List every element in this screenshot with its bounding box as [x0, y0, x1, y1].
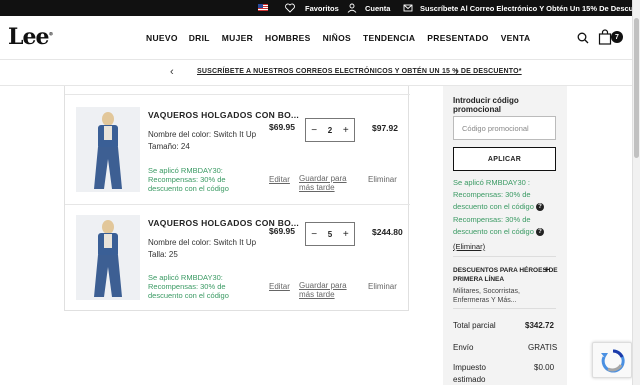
cart-count-badge: 7 — [611, 31, 623, 43]
help-icon[interactable]: ? — [536, 203, 544, 212]
main-nav: NUEVO DRIL MUJER HOMBRES NIÑOS TENDENCIA… — [146, 16, 530, 60]
remove-link[interactable]: Eliminar — [368, 282, 397, 291]
product-size: Tamaño: 24 — [148, 142, 190, 151]
page-scrollbar[interactable] — [632, 0, 640, 385]
heart-icon — [285, 3, 295, 13]
product-title[interactable]: VAQUEROS HOLGADOS CON BO... — [148, 110, 299, 120]
email-signup-link[interactable]: Suscríbete Al Correo Electrónico Y Obtén… — [403, 0, 640, 16]
line-total: $244.80 — [372, 227, 403, 237]
cart-item: VAQUEROS HOLGADOS CON BO... Nombre del c… — [65, 96, 410, 204]
quantity-value[interactable]: 5 — [328, 230, 332, 239]
heroes-discount-toggle[interactable]: DESCUENTOS PARA HÉROES DE PRIMERA LÍNEA — [453, 266, 558, 284]
summary-divider — [453, 308, 556, 309]
favorites-link[interactable]: Favoritos — [285, 0, 339, 16]
account-link[interactable]: Cuenta — [347, 0, 390, 16]
search-icon[interactable] — [577, 32, 589, 44]
product-color: Nombre del color: Switch It Up — [148, 130, 257, 139]
expand-plus-icon[interactable]: + — [544, 265, 550, 276]
save-for-later-link[interactable]: Guardar para más tarde — [299, 174, 347, 192]
product-image[interactable] — [76, 215, 140, 300]
nav-item-mujer[interactable]: MUJER — [222, 33, 253, 43]
lee-logo[interactable]: Lee® — [8, 24, 53, 50]
nav-item-dril[interactable]: DRIL — [189, 33, 210, 43]
quantity-value[interactable]: 2 — [328, 126, 332, 135]
decrease-quantity-button[interactable]: − — [311, 229, 317, 240]
nav-item-nuevo[interactable]: NUEVO — [146, 33, 178, 43]
tax-value: $0.00 — [534, 363, 555, 372]
edit-link[interactable]: Editar — [269, 175, 290, 184]
heroes-discount-description: Militares, Socorristas, Enfermeras Y Más… — [453, 288, 520, 304]
promo-prev-arrow-icon[interactable]: ‹ — [170, 66, 174, 78]
help-icon[interactable]: ? — [536, 228, 544, 237]
section-divider — [453, 256, 556, 257]
promo-code-input[interactable]: Código promocional — [453, 116, 556, 140]
favorites-label: Favoritos — [305, 3, 339, 13]
order-summary-panel: Introducir código promocional Código pro… — [443, 86, 567, 385]
email-signup-label: Suscríbete Al Correo Electrónico Y Obtén… — [420, 3, 640, 13]
recaptcha-badge[interactable] — [592, 342, 632, 378]
applied-promo-note: Se aplicó RMBDAY30 : Recompensas: 30% de… — [453, 177, 544, 213]
remove-promo-link[interactable]: (Eliminar) — [453, 242, 485, 251]
shopping-bag-icon[interactable] — [598, 29, 612, 45]
logo-text: Lee — [8, 24, 49, 50]
promo-banner: ‹ SUSCRÍBETE A NUESTROS CORREOS ELECTRÓN… — [0, 60, 632, 86]
increase-quantity-button[interactable]: + — [343, 229, 349, 240]
quantity-stepper: − 2 + — [305, 118, 355, 142]
cart-items: VAQUEROS HOLGADOS CON BO... Nombre del c… — [64, 86, 410, 312]
account-label: Cuenta — [365, 3, 391, 13]
shipping-label: Envío — [453, 343, 474, 352]
nav-item-venta[interactable]: VENTA — [501, 33, 531, 43]
scrollbar-thumb[interactable] — [634, 18, 639, 158]
edit-link[interactable]: Editar — [269, 282, 290, 291]
product-image[interactable] — [76, 107, 140, 192]
promo-applied-note: Se aplicó RMBDAY30: Recompensas: 30% de … — [148, 166, 229, 193]
promo-code-heading: Introducir código promocional — [453, 96, 519, 114]
quantity-stepper: − 5 + — [305, 222, 355, 246]
line-total: $97.92 — [372, 123, 398, 133]
product-color: Nombre del color: Switch It Up — [148, 238, 257, 247]
subtotal-value: $342.72 — [525, 321, 554, 330]
cart-item: VAQUEROS HOLGADOS CON BO... Nombre del c… — [65, 204, 410, 312]
mail-icon — [403, 4, 413, 12]
site-header: Lee® NUEVO DRIL MUJER HOMBRES NIÑOS TEND… — [0, 16, 632, 60]
promo-banner-link[interactable]: SUSCRÍBETE A NUESTROS CORREOS ELECTRÓNIC… — [197, 68, 522, 75]
tax-label: Impuesto estimado — [453, 363, 486, 384]
utility-bar: Favoritos Cuenta Suscríbete Al Correo El… — [0, 0, 640, 16]
increase-quantity-button[interactable]: + — [343, 125, 349, 136]
apply-promo-button[interactable]: APLICAR — [453, 147, 556, 171]
nav-item-ninos[interactable]: NIÑOS — [323, 33, 351, 43]
promo-next-arrow-icon[interactable]: › — [455, 66, 459, 78]
rewards-note: Recompensas: 30% de descuento con el cód… — [453, 214, 544, 238]
promo-applied-note: Se aplicó RMBDAY30: Recompensas: 30% de … — [148, 273, 229, 300]
unit-price: $69.95 — [269, 122, 295, 132]
subtotal-label: Total parcial — [453, 321, 496, 330]
recaptcha-icon — [601, 349, 625, 373]
user-icon — [347, 3, 357, 13]
decrease-quantity-button[interactable]: − — [311, 125, 317, 136]
unit-price: $69.95 — [269, 226, 295, 236]
nav-item-tendencia[interactable]: TENDENCIA — [363, 33, 415, 43]
nav-item-hombres[interactable]: HOMBRES — [265, 33, 311, 43]
save-for-later-link[interactable]: Guardar para más tarde — [299, 281, 347, 299]
product-size: Talla: 25 — [148, 250, 178, 259]
shipping-value: GRATIS — [528, 343, 558, 352]
nav-item-presentado[interactable]: PRESENTADO — [427, 33, 488, 43]
us-flag-icon[interactable] — [258, 4, 268, 11]
remove-link[interactable]: Eliminar — [368, 175, 397, 184]
